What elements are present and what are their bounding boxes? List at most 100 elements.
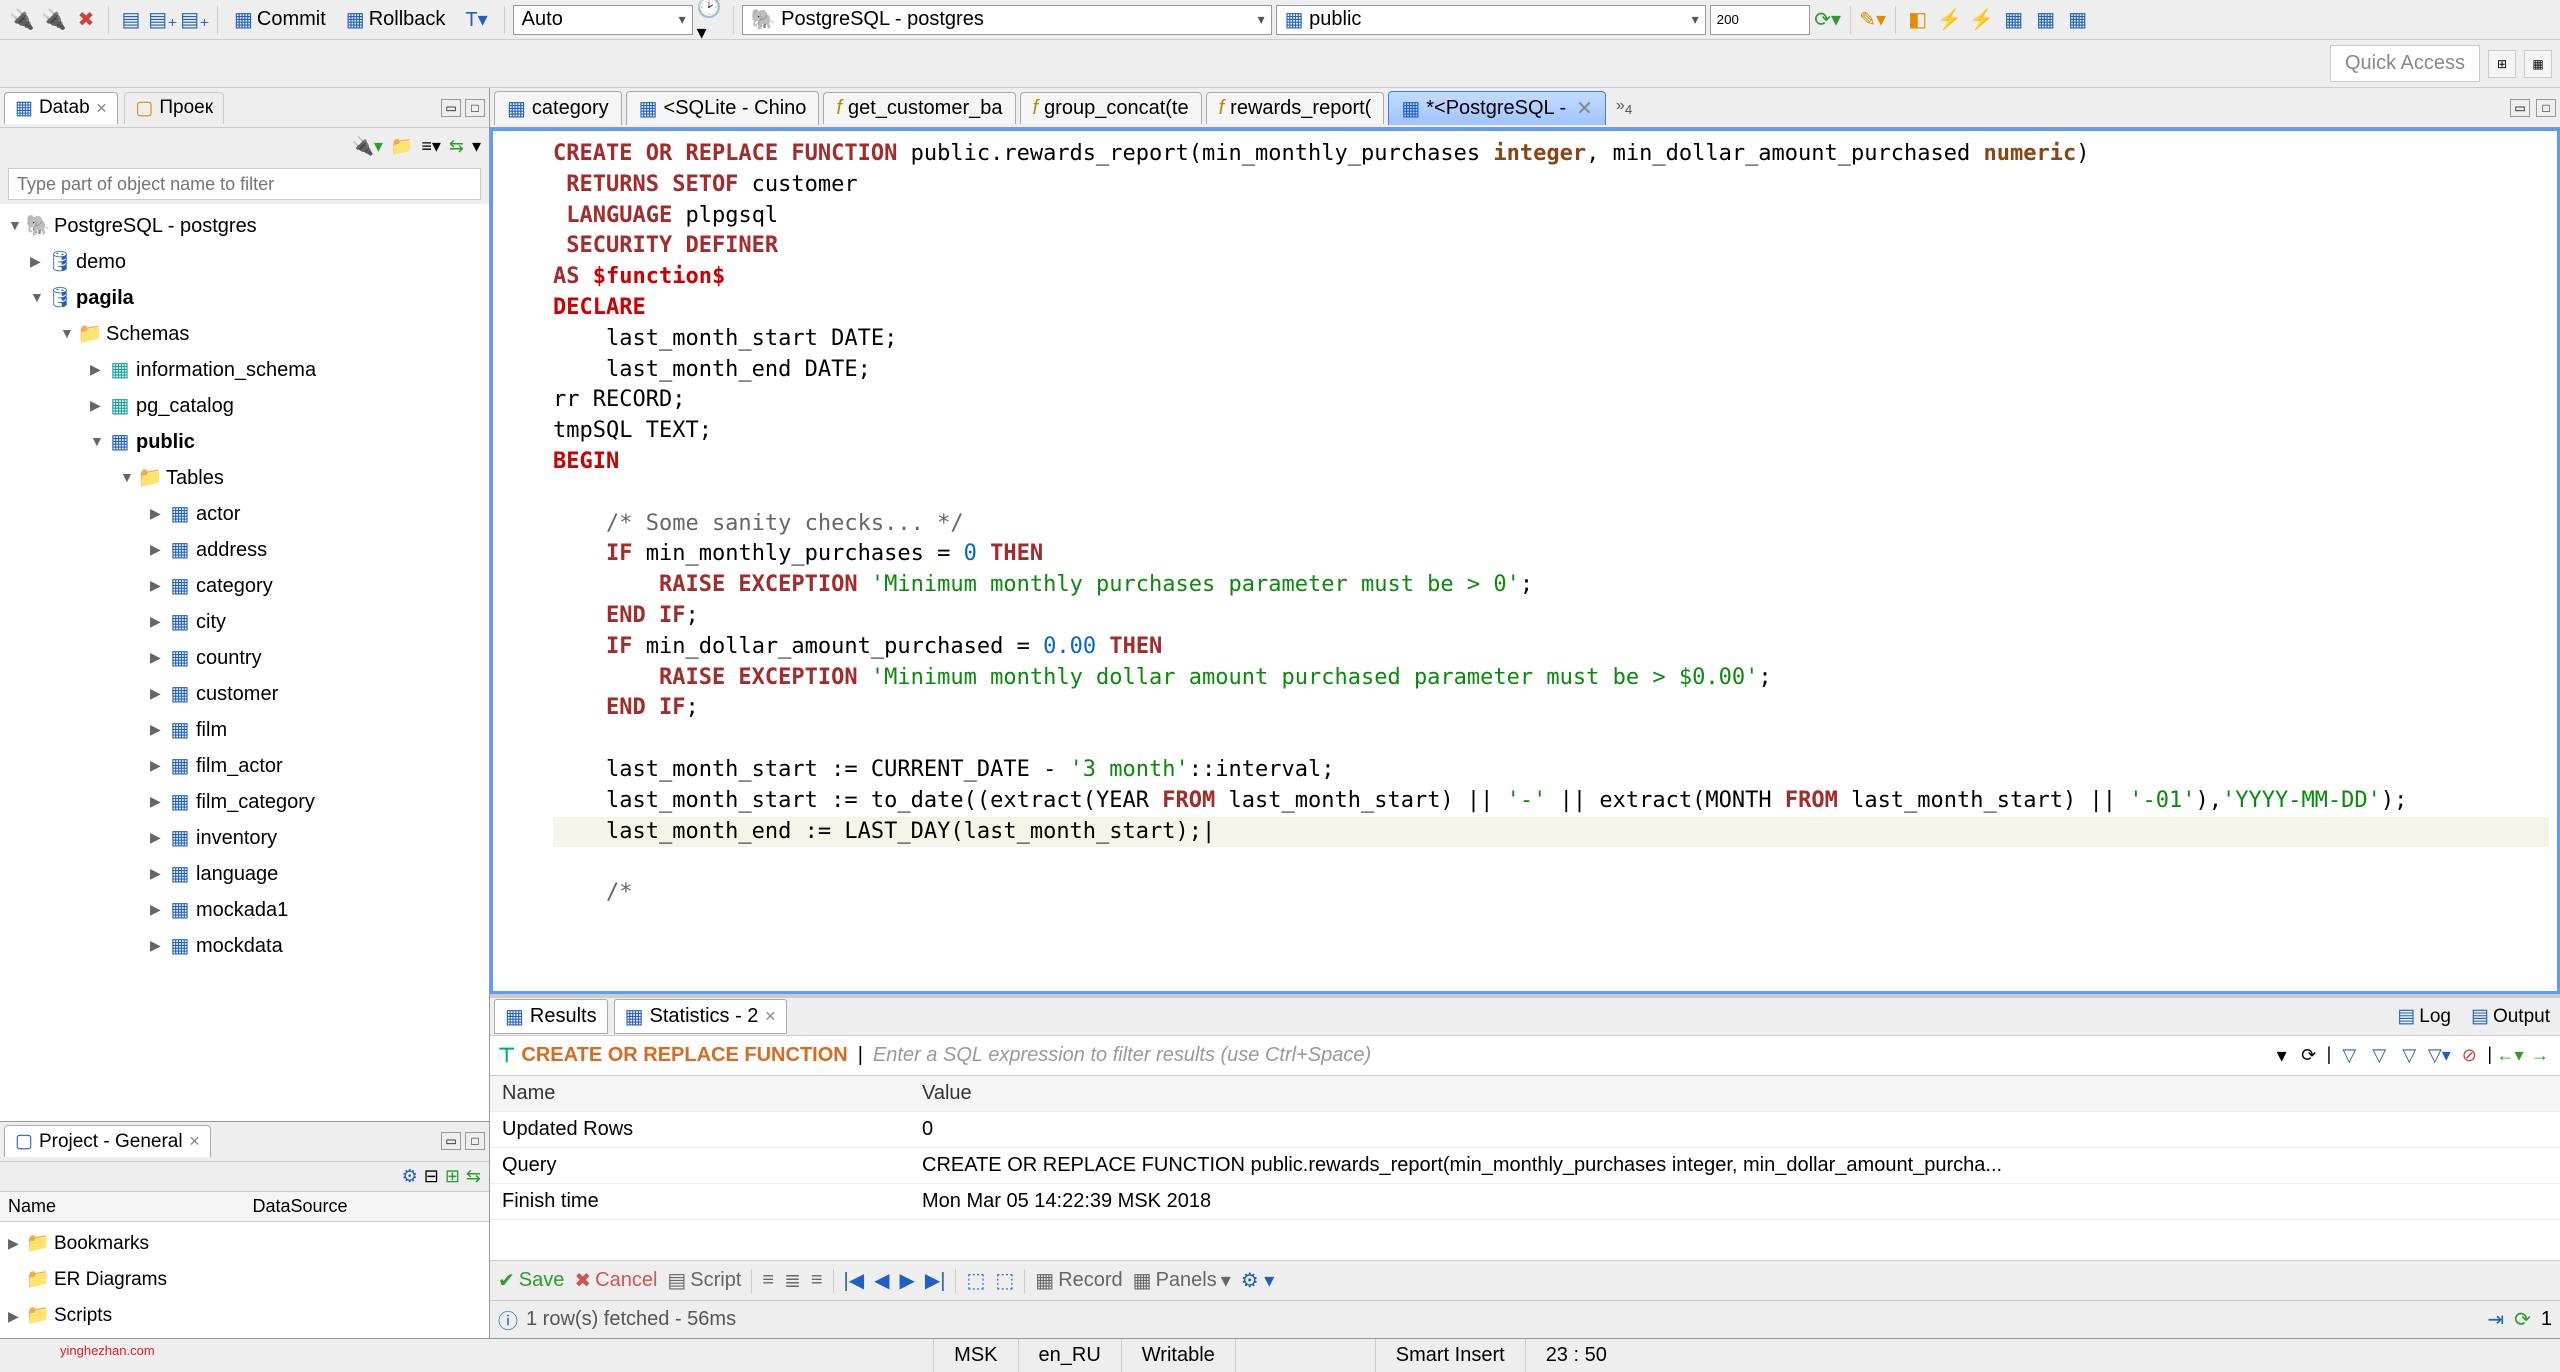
run-icon[interactable]: ⚡: [1936, 6, 1964, 34]
connect-icon[interactable]: 🔌: [8, 6, 36, 34]
tree-table[interactable]: ▶▦mockada1: [0, 892, 489, 928]
gear-icon[interactable]: ⚙ ▾: [1241, 1268, 1275, 1293]
minimize-icon[interactable]: ▭: [441, 1132, 461, 1150]
filter2-icon[interactable]: ▽: [2367, 1044, 2391, 1068]
tabs-overflow[interactable]: »4: [1616, 97, 1632, 117]
tree-table[interactable]: ▶▦country: [0, 640, 489, 676]
prev-icon[interactable]: ◀: [874, 1268, 889, 1293]
tree-table[interactable]: ▶▦customer: [0, 676, 489, 712]
tree-table[interactable]: ▶▦film: [0, 712, 489, 748]
tree-db-demo[interactable]: ▶🛢demo: [0, 244, 489, 280]
sql-editor-icon[interactable]: ▤: [117, 6, 145, 34]
refresh-results-icon[interactable]: ⟳: [2514, 1307, 2531, 1332]
tab-statistics[interactable]: ▦Statistics - 2✕: [614, 999, 788, 1034]
nav-fwd-icon[interactable]: →: [2528, 1044, 2552, 1068]
zoom-out-icon[interactable]: ⬚: [995, 1268, 1014, 1293]
disconnect-icon[interactable]: ✖: [72, 6, 100, 34]
tree-tables-folder[interactable]: ▼📁Tables: [0, 460, 489, 496]
tree-table[interactable]: ▶▦mockdata: [0, 928, 489, 964]
filter-input[interactable]: Enter a SQL expression to filter results…: [873, 1044, 2267, 1067]
col-name[interactable]: Name: [490, 1076, 910, 1111]
grid-icon[interactable]: ▦: [2000, 6, 2028, 34]
minimize-icon[interactable]: ▭: [2510, 99, 2530, 117]
sql-editor[interactable]: CREATE OR REPLACE FUNCTION public.reward…: [490, 128, 2560, 994]
run2-icon[interactable]: ⚡: [1968, 6, 1996, 34]
maximize-icon[interactable]: □: [2536, 99, 2556, 117]
tab-sqlite[interactable]: ▦<SQLite - Chino: [626, 91, 820, 125]
commit-button[interactable]: ▦Commit: [226, 5, 334, 34]
connect2-icon[interactable]: 🔌: [40, 6, 68, 34]
project-item-scripts[interactable]: ▶📁Scripts: [0, 1298, 489, 1334]
stop-icon[interactable]: ◧: [1904, 6, 1932, 34]
record-button[interactable]: ▦ Record: [1035, 1268, 1122, 1293]
tree-filter-input[interactable]: [8, 168, 481, 200]
link-icon[interactable]: ⇆: [449, 136, 464, 157]
tree-schemas[interactable]: ▼📁Schemas: [0, 316, 489, 352]
align-center-icon[interactable]: ≣: [784, 1268, 801, 1293]
project-item-bookmarks[interactable]: ▶📁Bookmarks: [0, 1226, 489, 1262]
autocommit-combo[interactable]: Auto: [513, 5, 693, 35]
tab-project-general[interactable]: ▢Project - General✕: [4, 1125, 211, 1157]
nav-back-icon[interactable]: ←▾: [2498, 1044, 2522, 1068]
filter-expr[interactable]: ⊤CREATE OR REPLACE FUNCTION: [498, 1043, 848, 1068]
refresh-icon[interactable]: ⟳▾: [1814, 6, 1842, 34]
tree-table[interactable]: ▶▦category: [0, 568, 489, 604]
cancel-button[interactable]: ✖ Cancel: [574, 1268, 657, 1293]
tx-mode-icon[interactable]: T▾: [457, 5, 495, 34]
tree-table[interactable]: ▶▦address: [0, 532, 489, 568]
output-button[interactable]: ▤Output: [2465, 1003, 2556, 1030]
perspective2-icon[interactable]: ▦: [2524, 50, 2552, 78]
script-button[interactable]: ▤ Script: [667, 1268, 741, 1293]
filter3-icon[interactable]: ▽: [2397, 1044, 2421, 1068]
tree-table[interactable]: ▶▦film_actor: [0, 748, 489, 784]
tree-connection[interactable]: ▼🐘PostgreSQL - postgres: [0, 208, 489, 244]
zoom-in-icon[interactable]: ⬚: [966, 1268, 985, 1293]
align-right-icon[interactable]: ≡: [811, 1269, 823, 1292]
minimize-icon[interactable]: ▭: [441, 99, 461, 117]
rollback-button[interactable]: ▦Rollback: [338, 5, 454, 34]
tree-table[interactable]: ▶▦city: [0, 604, 489, 640]
panels-button[interactable]: ▦ Panels ▾: [1133, 1268, 1231, 1293]
tab-postgresql-active[interactable]: ▦*<PostgreSQL -✕: [1388, 91, 1606, 125]
limit-input[interactable]: [1710, 5, 1810, 35]
tree-db-pagila[interactable]: ▼🛢pagila: [0, 280, 489, 316]
edit-icon[interactable]: ✎▾: [1859, 6, 1887, 34]
sql-plus-icon[interactable]: ▤₊: [181, 6, 209, 34]
project-item-erdiagrams[interactable]: 📁ER Diagrams: [0, 1262, 489, 1298]
log-button[interactable]: ▤Log: [2391, 1003, 2457, 1030]
filter-clear-icon[interactable]: ⊘: [2457, 1044, 2481, 1068]
quick-access-input[interactable]: Quick Access: [2330, 45, 2480, 82]
tab-database-navigator[interactable]: ▦Datab✕: [4, 92, 118, 124]
grid2-icon[interactable]: ▦: [2032, 6, 2060, 34]
collapse-icon[interactable]: ⊟: [424, 1166, 439, 1187]
tree-schema-pgcatalog[interactable]: ▶▦pg_catalog: [0, 388, 489, 424]
add-icon[interactable]: ⊞: [445, 1166, 460, 1187]
tab-getcustomer[interactable]: fget_customer_ba: [823, 92, 1015, 124]
link-icon[interactable]: ⇆: [466, 1166, 481, 1187]
dropdown-icon[interactable]: ▾: [2277, 1043, 2287, 1068]
next-icon[interactable]: ▶: [900, 1268, 915, 1293]
folder-icon[interactable]: 📁: [391, 136, 413, 157]
grid-row[interactable]: Finish time Mon Mar 05 14:22:39 MSK 2018: [490, 1184, 2560, 1220]
maximize-icon[interactable]: □: [465, 1132, 485, 1150]
tab-groupconcat[interactable]: fgroup_concat(te: [1020, 92, 1202, 124]
grid-row[interactable]: Updated Rows 0: [490, 1112, 2560, 1148]
menu-icon[interactable]: ▾: [472, 136, 481, 157]
grid-row[interactable]: Query CREATE OR REPLACE FUNCTION public.…: [490, 1148, 2560, 1184]
tree-table[interactable]: ▶▦language: [0, 856, 489, 892]
tree-table[interactable]: ▶▦actor: [0, 496, 489, 532]
new-sql-icon[interactable]: ▤₊: [149, 6, 177, 34]
schema-combo[interactable]: ▦ public: [1276, 5, 1706, 35]
close-icon[interactable]: ✕: [96, 100, 108, 117]
tree-table[interactable]: ▶▦film_category: [0, 784, 489, 820]
last-icon[interactable]: ▶|: [925, 1268, 946, 1293]
tree-table[interactable]: ▶▦inventory: [0, 820, 489, 856]
connection-combo[interactable]: 🐘 PostgreSQL - postgres: [742, 5, 1272, 35]
apply-filter-icon[interactable]: ⟳: [2297, 1044, 2321, 1068]
history-icon[interactable]: 🕑▾: [697, 6, 725, 34]
align-left-icon[interactable]: ≡: [762, 1269, 774, 1292]
tab-category[interactable]: ▦category: [494, 91, 622, 125]
grid3-icon[interactable]: ▦: [2064, 6, 2092, 34]
new-connection-icon[interactable]: 🔌▾: [351, 136, 382, 157]
gear-icon[interactable]: ⚙: [402, 1166, 418, 1187]
